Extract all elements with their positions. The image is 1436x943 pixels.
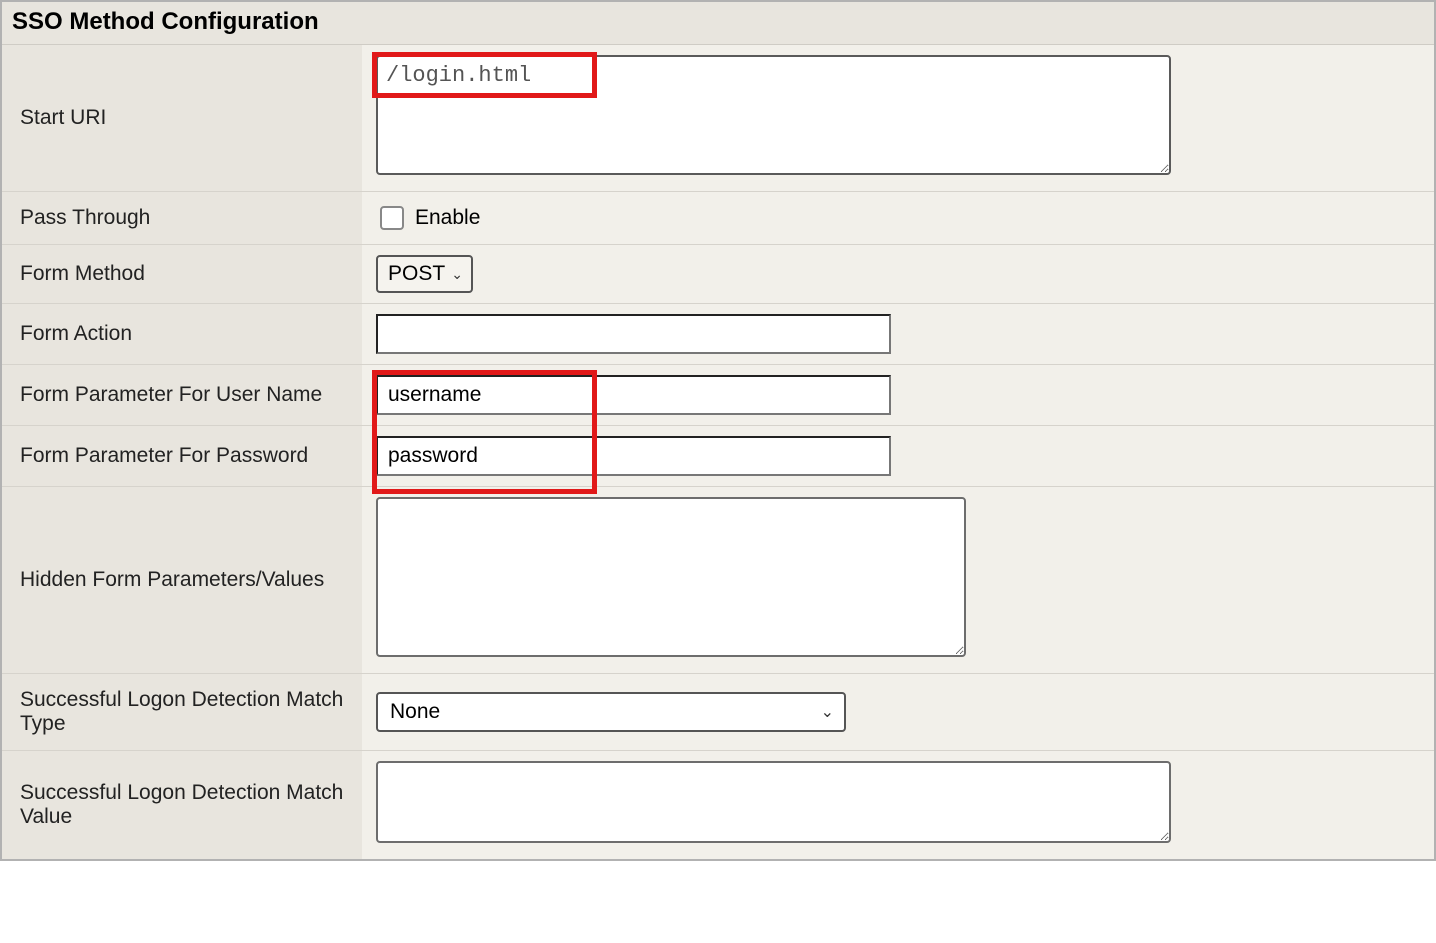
- label-pass-through: Pass Through: [2, 192, 362, 245]
- pass-through-checkbox-wrap: Enable: [376, 203, 1420, 233]
- pass-through-checkbox-label: Enable: [415, 206, 480, 230]
- chevron-down-icon: ⌄: [451, 266, 463, 283]
- row-logon-match-value: Successful Logon Detection Match Value: [2, 751, 1434, 860]
- row-form-action: Form Action: [2, 304, 1434, 365]
- label-form-action: Form Action: [2, 304, 362, 365]
- param-user-input[interactable]: [376, 375, 891, 415]
- label-logon-match-value: Successful Logon Detection Match Value: [2, 751, 362, 860]
- label-hidden-params: Hidden Form Parameters/Values: [2, 487, 362, 674]
- pass-through-checkbox[interactable]: [380, 206, 404, 230]
- sso-config-panel: SSO Method Configuration Start URI /logi…: [0, 0, 1436, 861]
- form-action-input[interactable]: [376, 314, 891, 354]
- row-hidden-params: Hidden Form Parameters/Values: [2, 487, 1434, 674]
- label-start-uri: Start URI: [2, 45, 362, 192]
- label-logon-match-type: Successful Logon Detection Match Type: [2, 674, 362, 751]
- logon-match-type-select[interactable]: None ⌄: [376, 692, 846, 732]
- logon-match-value-input[interactable]: [376, 761, 1171, 843]
- start-uri-input[interactable]: /login.html: [376, 55, 1171, 175]
- label-param-pass: Form Parameter For Password: [2, 426, 362, 487]
- param-pass-input[interactable]: [376, 436, 891, 476]
- row-form-method: Form Method POST ⌄: [2, 245, 1434, 304]
- config-table: Start URI /login.html Pass Through Enabl…: [2, 45, 1434, 859]
- logon-match-type-value: None: [390, 700, 440, 724]
- hidden-params-input[interactable]: [376, 497, 966, 657]
- row-pass-through: Pass Through Enable: [2, 192, 1434, 245]
- form-method-value: POST: [388, 262, 451, 286]
- row-param-user: Form Parameter For User Name: [2, 365, 1434, 426]
- label-form-method: Form Method: [2, 245, 362, 304]
- panel-title: SSO Method Configuration: [2, 2, 1434, 45]
- row-start-uri: Start URI /login.html: [2, 45, 1434, 192]
- label-param-user: Form Parameter For User Name: [2, 365, 362, 426]
- chevron-down-icon: ⌄: [821, 702, 834, 722]
- form-method-select[interactable]: POST ⌄: [376, 255, 473, 293]
- row-logon-match-type: Successful Logon Detection Match Type No…: [2, 674, 1434, 751]
- row-param-pass: Form Parameter For Password: [2, 426, 1434, 487]
